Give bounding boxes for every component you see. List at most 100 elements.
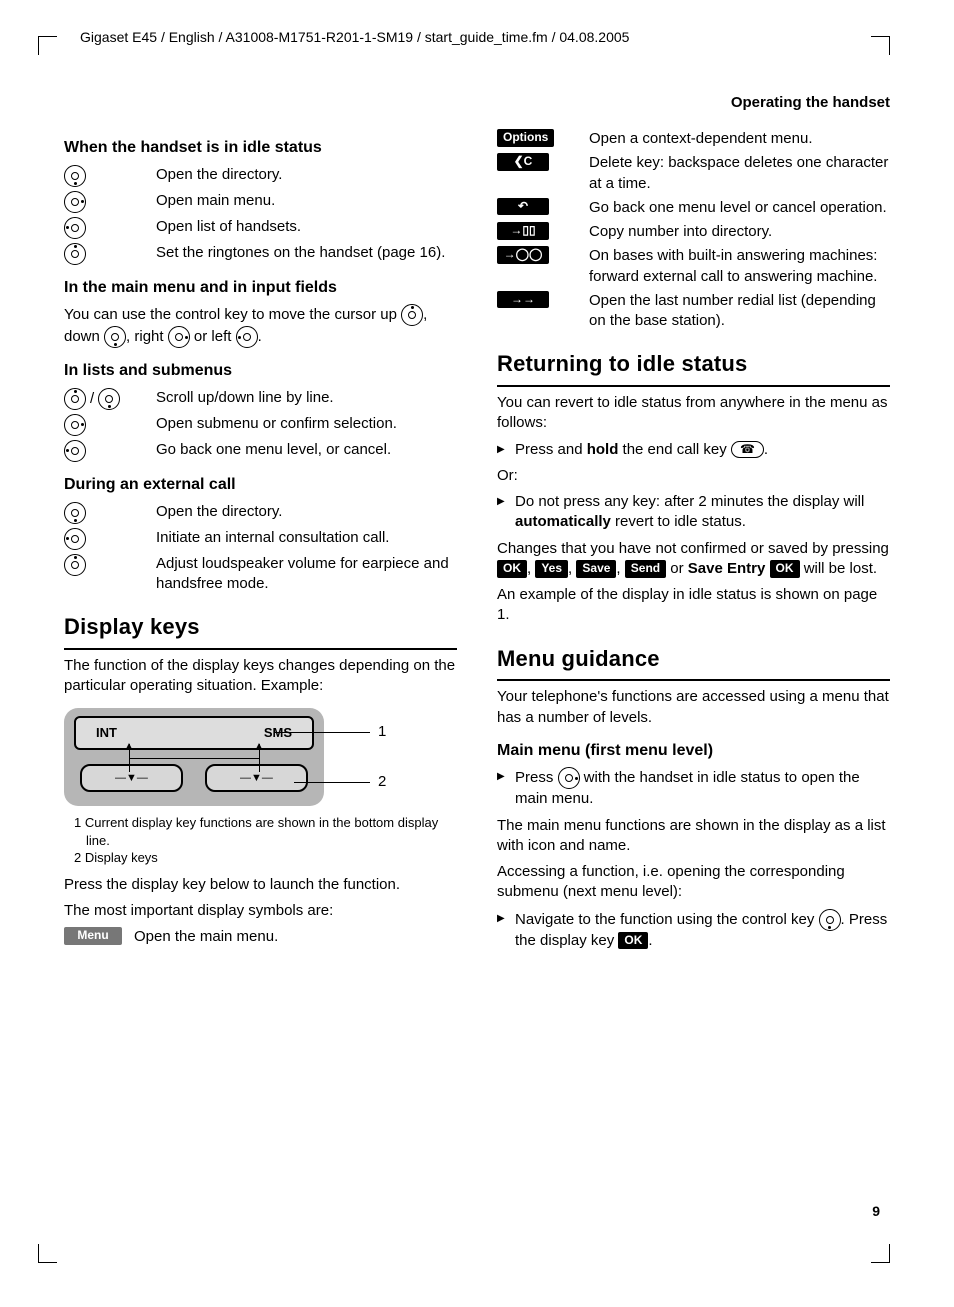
desc: Initiate an internal consultation call.	[156, 528, 457, 548]
figure-notes: 1 Current display key functions are show…	[74, 814, 457, 867]
list-item: ❮CDelete key: backspace deletes one char…	[497, 153, 890, 194]
display-key-right: —▼—	[205, 764, 308, 792]
softkey-icon: →▯▯	[497, 222, 549, 240]
list-item: ↶Go back one menu level or cancel operat…	[497, 198, 890, 218]
desc: On bases with built-in answering machine…	[589, 246, 890, 287]
control-key-icon	[64, 217, 86, 239]
manual-page: Gigaset E45 / English / A31008-M1751-R20…	[0, 0, 954, 1307]
menu-p2: The main menu functions are shown in the…	[497, 816, 890, 857]
softkey-icon: ❮C	[497, 153, 549, 171]
display-para: The function of the display keys changes…	[64, 656, 457, 697]
t: , right	[126, 328, 168, 345]
crop-mark	[871, 36, 890, 55]
softkey-ok: OK	[770, 560, 800, 578]
page-number: 9	[872, 1202, 880, 1221]
two-column-layout: When the handset is in idle status Open …	[64, 125, 890, 957]
desc: Open list of handsets.	[156, 217, 457, 237]
control-key-icon	[64, 165, 86, 187]
softkey-yes: Yes	[535, 560, 568, 578]
callout-1: 1	[378, 722, 386, 742]
header-slug: Gigaset E45 / English / A31008-M1751-R20…	[80, 28, 890, 47]
list-item: / Scroll up/down line by line.	[64, 388, 457, 410]
sub-mainmenu: In the main menu and in input fields	[64, 277, 457, 299]
softkey-ok: OK	[618, 932, 648, 950]
right-column: OptionsOpen a context-dependent menu.❮CD…	[497, 125, 890, 957]
t: You can use the control key to move the …	[64, 306, 401, 323]
list-item: Open list of handsets.	[64, 217, 457, 239]
display-keys-figure: INT SMS —▼— —▼— 1	[64, 708, 457, 806]
t: Do not press any key: after 2 minutes th…	[515, 493, 864, 510]
crop-mark	[38, 36, 57, 55]
mainmenu-para: You can use the control key to move the …	[64, 304, 457, 348]
control-key-icon	[64, 554, 86, 576]
sub-main-menu: Main menu (first menu level)	[497, 740, 890, 762]
callout-2: 2	[378, 772, 386, 792]
control-key-icon	[168, 326, 190, 348]
bullet: Press with the handset in idle status to…	[497, 767, 890, 809]
t: .	[258, 328, 262, 345]
sub-idle: When the handset is in idle status	[64, 137, 457, 159]
fignote-1: 1 Current display key functions are show…	[74, 814, 457, 849]
section-display-keys: Display keys	[64, 612, 457, 650]
desc: Adjust loudspeaker volume for earpiece a…	[156, 554, 457, 595]
list-item: Adjust loudspeaker volume for earpiece a…	[64, 554, 457, 595]
end-call-key-icon: ☎	[731, 441, 764, 457]
softkey-icon: Options	[497, 129, 554, 147]
display-para-3: The most important display symbols are:	[64, 901, 457, 921]
list-item: Open the directory.	[64, 502, 457, 524]
sub-call: During an external call	[64, 474, 457, 496]
control-key-icon	[64, 191, 86, 213]
control-key-icon	[64, 528, 86, 550]
list-item: OptionsOpen a context-dependent menu.	[497, 129, 890, 149]
t: Press and	[515, 441, 587, 458]
desc: Open the directory.	[156, 502, 457, 522]
fignote-2: 2 Display keys	[74, 849, 457, 867]
control-key-icon	[401, 304, 423, 326]
callout-line	[294, 782, 370, 783]
bullet-list: Press with the handset in idle status to…	[497, 767, 890, 809]
control-key-icon	[64, 243, 86, 265]
control-key-icon	[64, 440, 86, 462]
t: .	[764, 441, 768, 458]
bullet: Do not press any key: after 2 minutes th…	[497, 492, 890, 533]
save-entry-label: Save Entry	[688, 560, 766, 577]
section-menu-guidance: Menu guidance	[497, 644, 890, 682]
softkey-icon: →→	[497, 291, 549, 309]
display-para-2: Press the display key below to launch th…	[64, 875, 457, 895]
desc: Scroll up/down line by line.	[156, 388, 457, 408]
left-column: When the handset is in idle status Open …	[64, 125, 457, 957]
softkey-ok: OK	[497, 560, 527, 578]
desc: Copy number into directory.	[589, 222, 890, 242]
list-item: Set the ringtones on the handset (page 1…	[64, 243, 457, 265]
desc: Open submenu or confirm selection.	[156, 414, 457, 434]
control-key-icon	[819, 909, 841, 931]
t: the end call key	[618, 441, 731, 458]
t: automatically	[515, 513, 611, 530]
softkey-icon: ↶	[497, 198, 549, 216]
t: will be lost.	[804, 560, 877, 577]
symbol-list: OptionsOpen a context-dependent menu. ❮CD…	[497, 129, 890, 331]
callout-line	[129, 758, 259, 759]
list-item: Initiate an internal consultation call.	[64, 528, 457, 550]
softkey-menu: Menu	[64, 927, 122, 945]
list-item: Open the directory.	[64, 165, 457, 187]
return-or: Or:	[497, 466, 890, 486]
return-p3: An example of the display in idle status…	[497, 585, 890, 626]
desc: Set the ringtones on the handset (page 1…	[156, 243, 457, 263]
bullet: Press and hold the end call key ☎.	[497, 440, 890, 460]
control-key-icon	[104, 326, 126, 348]
crop-mark	[871, 1244, 890, 1263]
section-return-idle: Returning to idle status	[497, 349, 890, 387]
menu-p1: Your telephone's functions are accessed …	[497, 687, 890, 728]
t: hold	[587, 441, 619, 458]
t: Changes that you have not confirmed or s…	[497, 540, 889, 557]
list-item: →◯◯ On bases with built-in answering mach…	[497, 246, 890, 287]
t: or	[670, 560, 688, 577]
control-key-icon	[558, 767, 580, 789]
softkey-save: Save	[576, 560, 616, 578]
desc: Open the directory.	[156, 165, 457, 185]
softkey-icon: →◯◯	[497, 246, 549, 264]
display-key-left: —▼—	[80, 764, 183, 792]
control-key-icon	[98, 388, 120, 410]
sub-lists: In lists and submenus	[64, 360, 457, 382]
